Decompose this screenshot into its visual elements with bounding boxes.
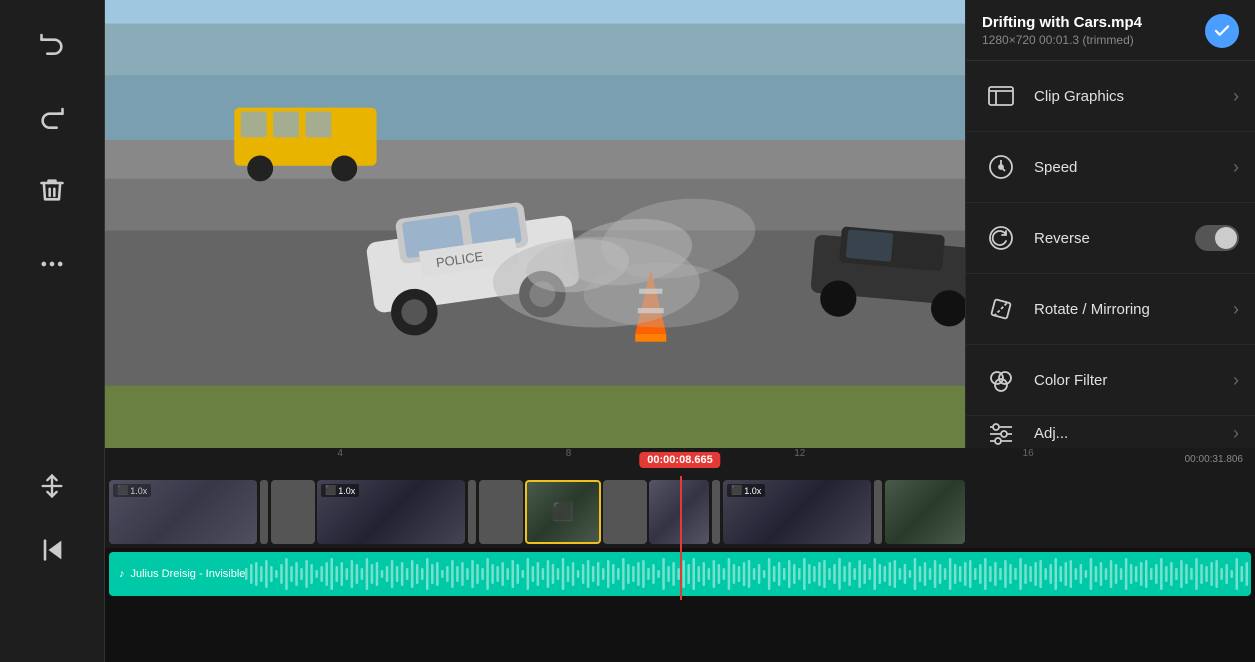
menu-item-reverse[interactable]: Reverse [966, 203, 1255, 274]
video-preview: POLICE [105, 0, 965, 448]
adjustment-chevron: › [1233, 423, 1239, 444]
redo-button[interactable] [30, 94, 74, 138]
audio-playhead [680, 548, 682, 600]
timeline-content: 4 8 12 16 00:00:08.665 00:00:31.806 ⬛1.0… [105, 448, 1255, 662]
undo-button[interactable] [30, 20, 74, 64]
timeline-ruler: 4 8 12 16 00:00:08.665 00:00:31.806 [105, 448, 1255, 476]
audio-track-wrapper: ♪ Julius Dreisig - Invisible [105, 548, 1255, 600]
current-time-badge: 00:00:08.665 [639, 452, 720, 468]
main-area: POLICE [0, 0, 1255, 448]
speed-label: Speed [1034, 159, 1233, 176]
reverse-toggle-knob [1215, 227, 1237, 249]
file-info-header: Drifting with Cars.mp4 1280×720 00:01.3 … [966, 0, 1255, 61]
more-button[interactable] [30, 242, 74, 286]
clip-graphics-label: Clip Graphics [1034, 88, 1233, 105]
clip-label-8: ⬛1.0x [727, 484, 765, 497]
timeline-left-toolbar [0, 448, 105, 662]
clip-separator-7 [712, 480, 720, 544]
music-note-icon: ♪ [119, 568, 125, 580]
ruler-mark-12: 12 [794, 448, 805, 459]
adjustment-label: Adj... [1034, 425, 1233, 442]
adjust-timeline-button[interactable] [30, 464, 74, 508]
adjustment-icon [982, 416, 1020, 448]
clip-label-3: ⬛1.0x [321, 484, 359, 497]
clip-separator-1 [260, 480, 268, 544]
clip-graphics-chevron: › [1233, 86, 1239, 107]
color-filter-label: Color Filter [1034, 372, 1233, 389]
menu-item-speed[interactable]: Speed › [966, 132, 1255, 203]
ruler-mark-4: 4 [337, 448, 343, 459]
clips-container: ⬛1.0x ⬛1.0x [105, 480, 969, 544]
file-info-text: Drifting with Cars.mp4 1280×720 00:01.3 … [982, 14, 1142, 47]
video-clip-3[interactable]: ⬛1.0x [317, 480, 465, 544]
file-meta: 1280×720 00:01.3 (trimmed) [982, 33, 1142, 47]
color-filter-icon [982, 361, 1020, 399]
video-clip-4[interactable] [479, 480, 523, 544]
audio-waveform [245, 552, 1251, 596]
end-time: 00:00:31.806 [1185, 454, 1243, 465]
timeline-area: 4 8 12 16 00:00:08.665 00:00:31.806 ⬛1.0… [0, 448, 1255, 662]
color-filter-chevron: › [1233, 370, 1239, 391]
rotate-mirroring-chevron: › [1233, 299, 1239, 320]
ruler-mark-8: 8 [566, 448, 572, 459]
video-frame: POLICE [105, 0, 965, 448]
video-clip-8[interactable]: ⬛1.0x [723, 480, 871, 544]
playhead-line [680, 476, 682, 548]
clip-graphics-icon [982, 77, 1020, 115]
video-clip-1[interactable]: ⬛1.0x [109, 480, 257, 544]
ruler-mark-16: 16 [1023, 448, 1034, 459]
clip-separator-3 [468, 480, 476, 544]
menu-item-color-filter[interactable]: Color Filter › [966, 345, 1255, 416]
delete-button[interactable] [30, 168, 74, 212]
audio-label: ♪ Julius Dreisig - Invisible [109, 568, 245, 580]
menu-items: Clip Graphics › Speed › [966, 61, 1255, 448]
menu-item-rotate-mirroring[interactable]: Rotate / Mirroring › [966, 274, 1255, 345]
speed-icon [982, 148, 1020, 186]
video-clip-7[interactable] [649, 480, 709, 544]
menu-item-adjustment[interactable]: Adj... › [966, 416, 1255, 448]
back-to-start-button[interactable] [30, 528, 74, 572]
clips-track: ⬛1.0x ⬛1.0x [105, 476, 1255, 548]
reverse-toggle[interactable] [1195, 225, 1239, 251]
menu-item-clip-graphics[interactable]: Clip Graphics › [966, 61, 1255, 132]
rotate-mirroring-label: Rotate / Mirroring [1034, 301, 1233, 318]
speed-chevron: › [1233, 157, 1239, 178]
left-toolbar [0, 0, 105, 448]
video-clip-2[interactable] [271, 480, 315, 544]
right-panel: Drifting with Cars.mp4 1280×720 00:01.3 … [965, 0, 1255, 448]
video-clip-9[interactable] [885, 480, 965, 544]
clip-film-icon-5: ⬛ [552, 502, 574, 523]
file-name: Drifting with Cars.mp4 [982, 14, 1142, 31]
video-clip-6[interactable] [603, 480, 647, 544]
reverse-icon [982, 219, 1020, 257]
video-clip-5-selected[interactable]: ⬛ [525, 480, 601, 544]
reverse-label: Reverse [1034, 230, 1195, 247]
clip-separator-8 [874, 480, 882, 544]
rotate-mirroring-icon [982, 290, 1020, 328]
confirm-button[interactable] [1205, 14, 1239, 48]
